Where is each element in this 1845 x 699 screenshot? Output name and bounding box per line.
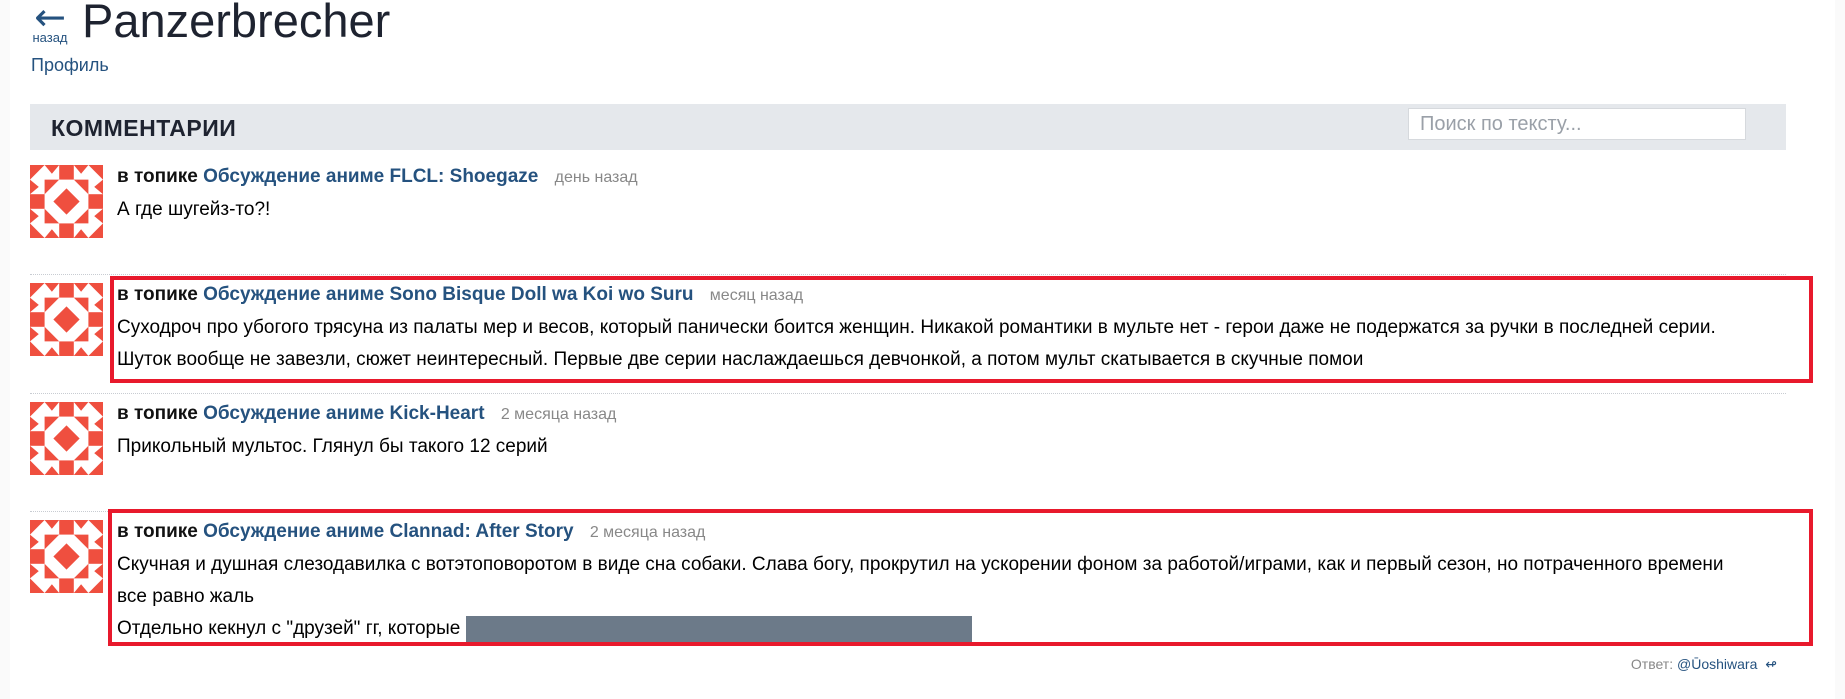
back-label: назад — [32, 30, 68, 45]
back-arrow-icon: ← — [34, 0, 66, 39]
comment-line: все равно жаль — [117, 586, 255, 607]
comment-time: 2 месяца назад — [500, 406, 617, 423]
avatar[interactable] — [30, 165, 103, 238]
comment-time: месяц назад — [709, 287, 804, 304]
topic-link[interactable]: Обсуждение аниме Kick-Heart — [203, 403, 484, 424]
reply-user-link[interactable]: @Ūoshiwara — [1677, 656, 1757, 672]
comment-line: Шуток вообще не завезли, сюжет неинтерес… — [117, 349, 1364, 370]
comment-line: Прикольный мультос. Глянул бы такого 12 … — [117, 436, 548, 457]
left-page-edge — [0, 0, 10, 699]
comment-time: 2 месяца назад — [589, 524, 706, 541]
topic-prefix: в топике — [117, 166, 198, 187]
page-title: Panzerbrecher — [82, 0, 391, 47]
comments-header: КОММЕНТАРИИ — [30, 104, 1786, 150]
comments-title: КОММЕНТАРИИ — [51, 115, 237, 141]
avatar[interactable] — [30, 520, 103, 593]
comment-divider — [30, 393, 1786, 394]
comment-line-with-spoiler: Отдельно кекнул с "друзей" гг, которые — [117, 613, 1766, 645]
avatar[interactable] — [30, 283, 103, 356]
comment-text: Скучная и душная слезодавилка с вотэтопо… — [117, 549, 1766, 645]
comment-divider — [30, 274, 1786, 275]
topic-prefix: в топике — [117, 403, 198, 424]
comment-time: день назад — [554, 169, 638, 186]
comment-line: Скучная и душная слезодавилка с вотэтопо… — [117, 554, 1724, 575]
right-page-edge — [1835, 0, 1845, 699]
comment-line: Отдельно кекнул с "друзей" гг, которые — [117, 618, 461, 639]
comment-line: Суходроч про убогого трясуна из палаты м… — [117, 317, 1716, 338]
comment-text: Суходроч про убогого трясуна из палаты м… — [117, 312, 1766, 376]
comment-line: А где шугейз-то?! — [117, 199, 271, 220]
topic-link[interactable]: Обсуждение аниме Sono Bisque Doll wa Koi… — [203, 284, 693, 305]
topic-prefix: в топике — [117, 521, 198, 542]
reply-info: Ответ: @Ūoshiwara ↫ — [1631, 656, 1777, 673]
spoiler-block[interactable] — [466, 615, 973, 642]
reply-icon[interactable]: ↫ — [1765, 657, 1777, 673]
back-button[interactable]: ← назад — [28, 0, 72, 45]
reply-prefix: Ответ: — [1630, 656, 1674, 672]
topic-link[interactable]: Обсуждение аниме FLCL: Shoegaze — [203, 166, 538, 187]
comment-text: Прикольный мультос. Глянул бы такого 12 … — [117, 431, 1766, 463]
avatar[interactable] — [30, 402, 103, 475]
topic-prefix: в топике — [117, 284, 198, 305]
topic-link[interactable]: Обсуждение аниме Clannad: After Story — [203, 521, 573, 542]
comment-text: А где шугейз-то?! — [117, 194, 1766, 226]
search-input[interactable] — [1408, 108, 1746, 140]
profile-link[interactable]: Профиль — [31, 55, 109, 76]
